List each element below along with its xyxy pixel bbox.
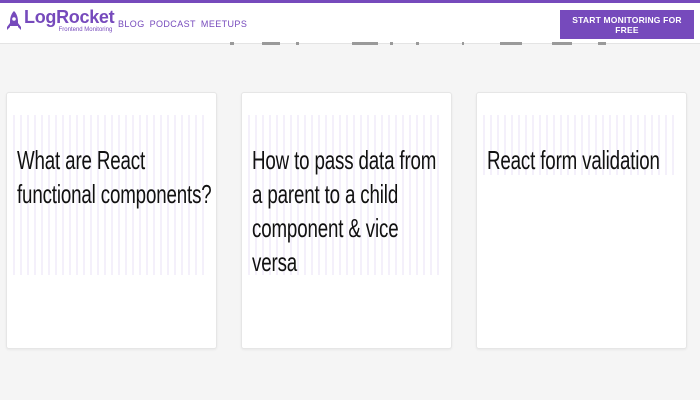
nav-item-podcast[interactable]: PODCAST xyxy=(150,19,196,29)
logo-name: LogRocket xyxy=(24,7,115,27)
article-card[interactable]: What are React functional components? xyxy=(6,92,217,349)
article-card[interactable]: How to pass data from a parent to a chil… xyxy=(241,92,452,349)
article-card-title[interactable]: React form validation xyxy=(487,143,683,177)
logrocket-logo[interactable]: LogRocket Frontend Monitoring xyxy=(6,7,115,38)
logo-text: LogRocket Frontend Monitoring xyxy=(24,7,115,33)
site-header: LogRocket Frontend Monitoring BLOG PODCA… xyxy=(0,3,700,44)
rocket-icon xyxy=(7,11,21,30)
article-card-title[interactable]: How to pass data from a parent to a chil… xyxy=(252,143,448,279)
start-monitoring-button[interactable]: START MONITORING FOR FREE xyxy=(560,10,694,39)
clipped-content-strip xyxy=(200,42,610,46)
article-card-title[interactable]: What are React functional components? xyxy=(17,143,213,211)
logo-tagline: Frontend Monitoring xyxy=(58,27,113,33)
nav-item-meetups[interactable]: MEETUPS xyxy=(201,19,247,29)
article-card[interactable]: React form validation xyxy=(476,92,687,349)
main-nav: BLOG PODCAST MEETUPS xyxy=(118,19,247,29)
nav-item-blog[interactable]: BLOG xyxy=(118,19,145,29)
